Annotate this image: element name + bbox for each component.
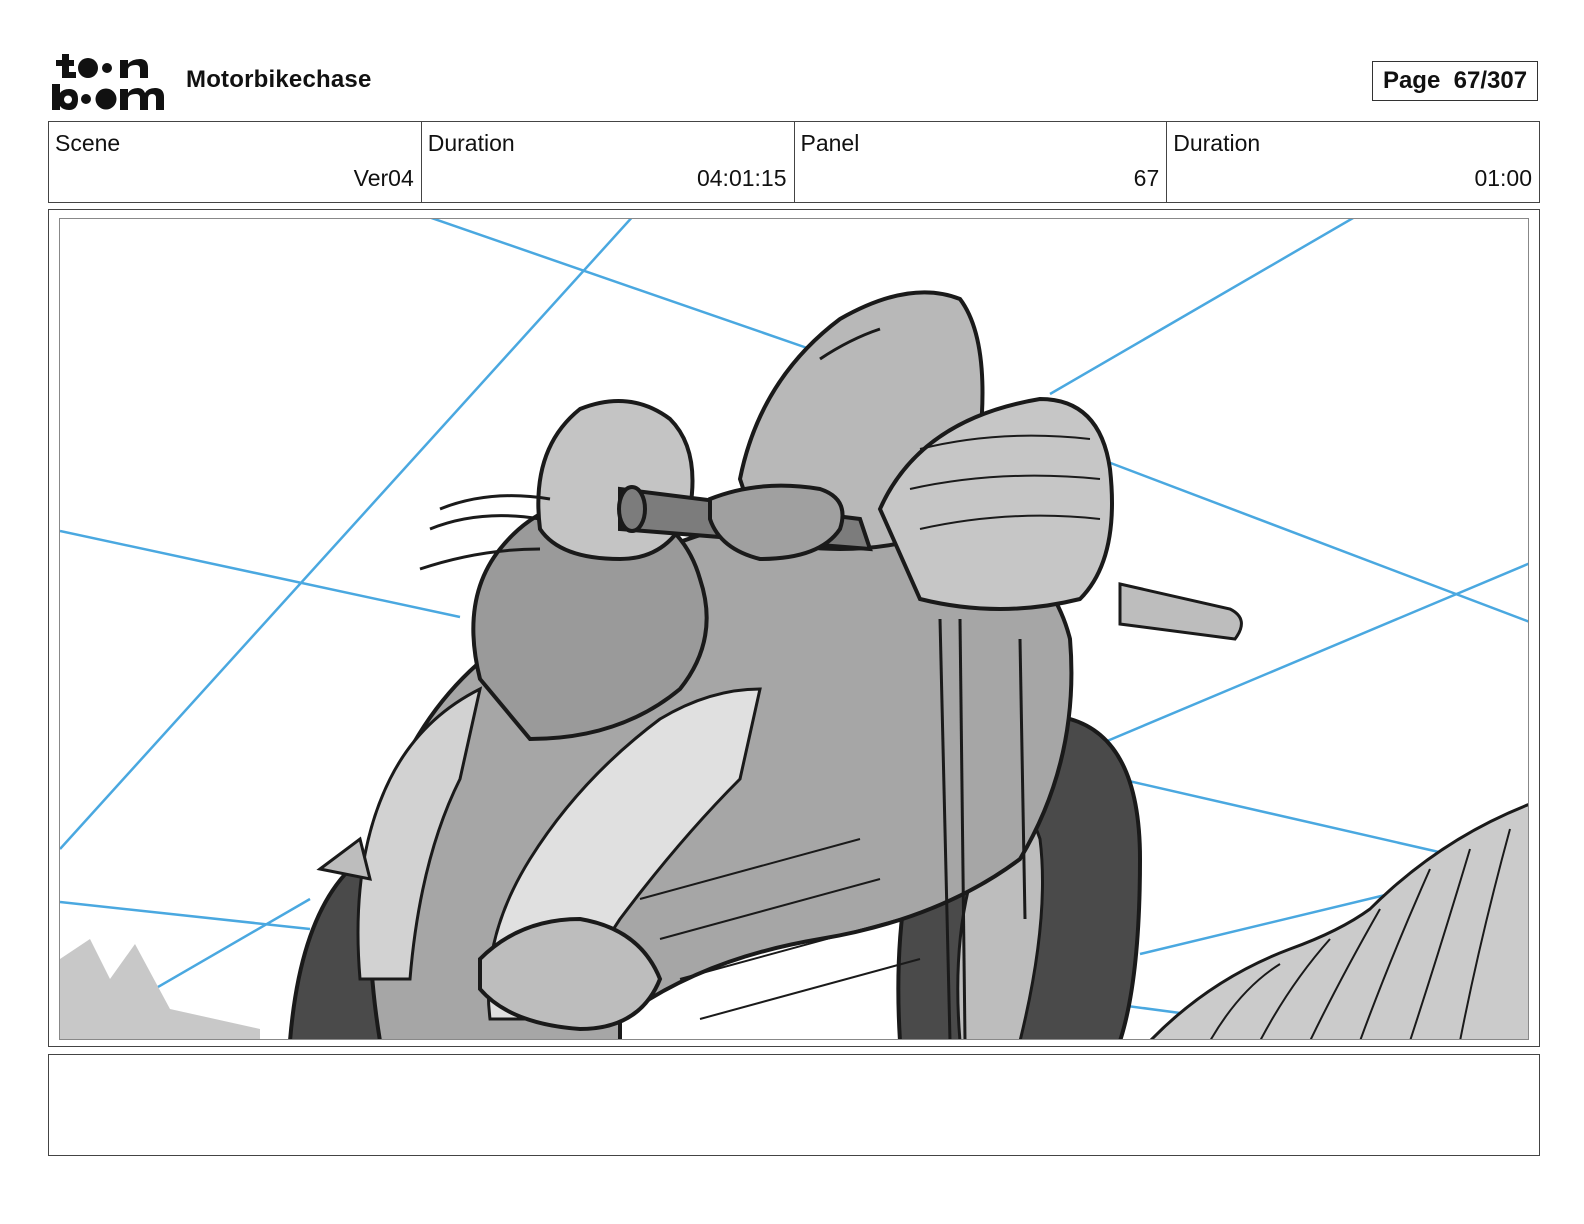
scene-label: Scene [55, 130, 121, 156]
storyboard-panel-image [59, 218, 1529, 1040]
toon-boom-logo [50, 52, 168, 112]
scene-duration-cell: Duration 04:01:15 [422, 122, 795, 202]
panel-value: 67 [1133, 165, 1160, 191]
panel-duration-label: Duration [1173, 130, 1261, 156]
mirror [1118, 582, 1243, 641]
panel-duration-value: 01:00 [1474, 165, 1532, 191]
panel-label: Panel [800, 130, 860, 156]
right-mound [1149, 803, 1528, 1039]
panel-cell: Panel 67 [795, 122, 1168, 202]
panel-info-table: Scene Ver04 Duration 04:01:15 Panel 67 D… [48, 121, 1540, 203]
page-number: 67/307 [1453, 67, 1528, 94]
scene-duration-value: 04:01:15 [696, 165, 787, 191]
scene-duration-label: Duration [427, 130, 515, 156]
project-title: Motorbikechase [186, 66, 372, 93]
page-label: Page [1382, 67, 1441, 94]
scene-value: Ver04 [353, 165, 414, 191]
scene-cell: Scene Ver04 [49, 122, 422, 202]
rider-head [536, 399, 695, 562]
panel-duration-cell: Duration 01:00 [1167, 122, 1539, 202]
motorbike-sketch [60, 219, 1528, 1039]
caption-box [48, 1054, 1540, 1156]
left-mound [60, 939, 260, 1039]
page-indicator: Page 67/307 [1372, 61, 1538, 101]
